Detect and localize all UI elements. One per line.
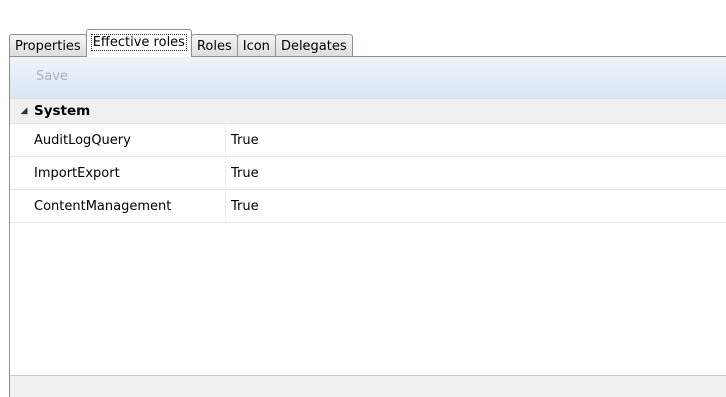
table-row[interactable]: ContentManagement True bbox=[10, 190, 726, 223]
tab-roles[interactable]: Roles bbox=[190, 34, 238, 57]
table-row[interactable]: ImportExport True bbox=[10, 157, 726, 190]
role-value-cell[interactable]: True bbox=[226, 190, 259, 222]
role-name-cell: ImportExport bbox=[10, 157, 226, 189]
role-name-cell: AuditLogQuery bbox=[10, 124, 226, 156]
save-button[interactable]: Save bbox=[36, 69, 68, 84]
role-value-cell[interactable]: True bbox=[226, 124, 259, 156]
tab-delegates[interactable]: Delegates bbox=[274, 34, 353, 57]
triangle-down-icon[interactable]: ◢ bbox=[10, 106, 34, 116]
role-value-cell[interactable]: True bbox=[226, 157, 259, 189]
tab-properties-label: Properties bbox=[15, 39, 81, 54]
group-header-system[interactable]: ◢ System bbox=[10, 99, 726, 124]
table-row[interactable]: AuditLogQuery True bbox=[10, 124, 726, 157]
role-name-cell: ContentManagement bbox=[10, 190, 226, 222]
group-label: System bbox=[34, 103, 91, 119]
status-bar bbox=[10, 375, 726, 397]
tab-roles-label: Roles bbox=[196, 39, 232, 54]
tab-properties[interactable]: Properties bbox=[9, 34, 87, 57]
tab-icon[interactable]: Icon bbox=[236, 34, 276, 57]
tab-effective-roles-label: Effective roles bbox=[90, 34, 187, 51]
tab-strip: Properties Effective roles Roles Icon De… bbox=[9, 27, 353, 57]
tab-icon-label: Icon bbox=[242, 39, 270, 54]
toolbar: Save bbox=[10, 57, 726, 99]
tab-delegates-label: Delegates bbox=[280, 39, 347, 54]
tab-effective-roles[interactable]: Effective roles bbox=[85, 29, 192, 57]
tab-panel: Save ◢ System AuditLogQuery True ImportE… bbox=[9, 56, 726, 397]
